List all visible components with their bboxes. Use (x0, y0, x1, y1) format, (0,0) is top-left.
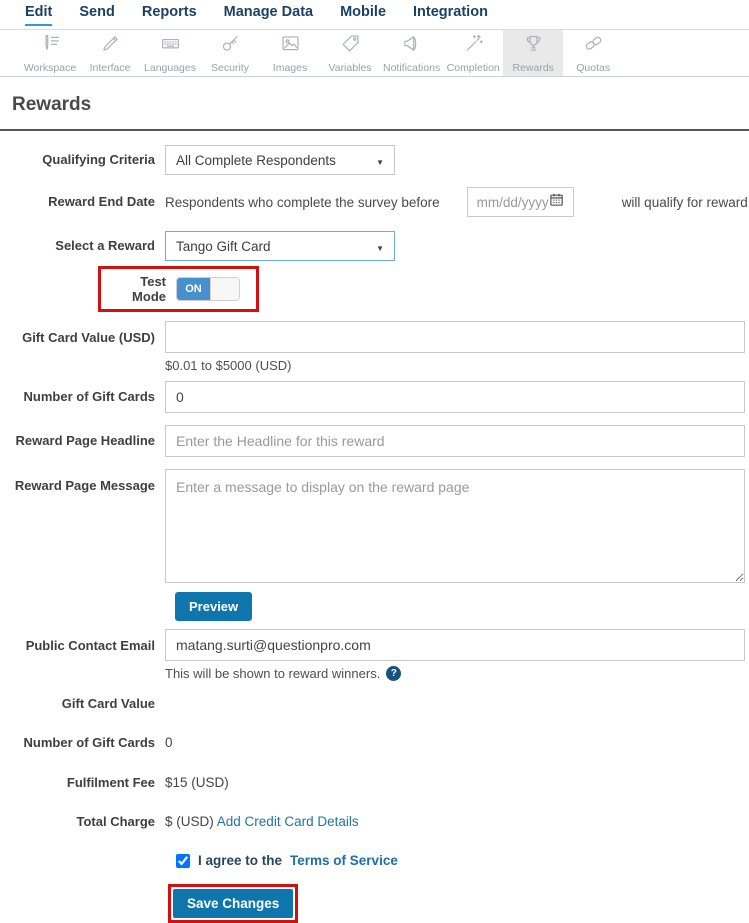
tab-label: Notifications (383, 61, 441, 74)
qualifying-criteria-label: Qualifying Criteria (42, 151, 155, 167)
public-email-label: Public Contact Email (25, 638, 155, 653)
tab-label: Security (211, 61, 249, 74)
pen-icon (100, 33, 121, 59)
preview-button[interactable]: Preview (175, 592, 253, 621)
save-changes-button[interactable]: Save Changes (173, 889, 294, 918)
public-email-helper: This will be shown to reward winners. (165, 666, 381, 681)
number-gift-cards-input[interactable] (165, 381, 745, 413)
end-date-before-text: Respondents who complete the survey befo… (165, 194, 440, 210)
tab-label: Workspace (23, 61, 77, 74)
tab-label: Quotas (576, 61, 611, 74)
page-title: Rewards (12, 94, 92, 115)
select-reward-select[interactable]: Tango Gift Card (165, 231, 395, 261)
magic-wand-icon (463, 33, 484, 59)
settings-toolbar: Workspace Interface Languages Security I… (0, 30, 749, 77)
add-credit-card-link[interactable]: Add Credit Card Details (217, 814, 359, 829)
toggle-knob[interactable] (210, 278, 239, 300)
pen-list-icon (40, 33, 61, 59)
test-mode-toggle[interactable]: ON (176, 277, 240, 301)
tab-label: Variables (328, 61, 372, 74)
chevron-down-icon (376, 153, 384, 168)
tab-interface[interactable]: Interface (80, 30, 140, 76)
select-reward-label: Select a Reward (55, 237, 155, 253)
rewards-form: Qualifying Criteria All Complete Respond… (0, 131, 749, 923)
chevron-down-icon (376, 239, 384, 254)
tab-label: Languages (144, 61, 196, 74)
selected-value: Tango Gift Card (176, 238, 271, 254)
summary-total-charge-label: Total Charge (76, 813, 156, 829)
date-placeholder: mm/dd/yyyy (476, 194, 549, 210)
public-email-input[interactable] (165, 629, 745, 661)
tab-completion[interactable]: Completion (443, 30, 503, 76)
help-question-icon[interactable]: ? (386, 666, 402, 681)
reward-message-label: Reward Page Message (14, 478, 155, 493)
reward-end-date-label: Reward End Date (48, 193, 155, 209)
gift-card-value-helper: $0.01 to $5000 (USD) (165, 358, 292, 373)
reward-end-date-input[interactable]: mm/dd/yyyy (466, 187, 574, 217)
top-nav: Edit Send Reports Manage Data Mobile Int… (0, 0, 749, 30)
nav-item-send[interactable]: Send (79, 4, 114, 24)
tag-icon (340, 33, 361, 59)
summary-gift-card-value-label: Gift Card Value (61, 696, 155, 711)
tab-languages[interactable]: Languages (140, 30, 200, 76)
tab-label: Interface (89, 61, 131, 74)
qualifying-criteria-select[interactable]: All Complete Respondents (165, 145, 395, 175)
summary-row: Gift Card Value (0, 696, 745, 712)
nav-item-edit[interactable]: Edit (25, 4, 53, 26)
summary-number-cards-label: Number of Gift Cards (23, 735, 155, 751)
nav-item-reports[interactable]: Reports (142, 4, 197, 24)
save-changes-highlight: Save Changes (168, 884, 299, 923)
terms-checkbox[interactable] (176, 853, 190, 868)
reward-headline-input[interactable] (165, 425, 745, 457)
summary-number-cards-value: 0 (165, 735, 173, 751)
total-charge-amount: $ (USD) (165, 813, 214, 829)
gift-card-value-label: Gift Card Value (USD) (22, 330, 155, 345)
nav-item-manage-data[interactable]: Manage Data (224, 4, 313, 24)
summary-fulfilment-fee-label: Fulfilment Fee (66, 774, 155, 790)
tab-quotas[interactable]: Quotas (563, 30, 623, 76)
tab-label: Images (272, 61, 308, 74)
tab-label: Rewards (512, 61, 554, 74)
tab-rewards[interactable]: Rewards (503, 30, 564, 76)
keyboard-icon (160, 33, 181, 59)
nav-item-integration[interactable]: Integration (413, 4, 488, 24)
tab-label: Completion (446, 61, 500, 74)
summary-fulfilment-fee-value: $15 (USD) (165, 774, 229, 790)
calendar-icon[interactable] (549, 192, 564, 212)
summary-total-charge-value: $ (USD) Add Credit Card Details (165, 814, 359, 830)
tab-security[interactable]: Security (200, 30, 260, 76)
reward-headline-label: Reward Page Headline (15, 432, 155, 448)
number-gift-cards-label: Number of Gift Cards (23, 388, 155, 404)
gift-card-value-input[interactable] (165, 321, 745, 353)
chain-link-icon (583, 33, 604, 59)
tab-notifications[interactable]: Notifications (380, 30, 443, 76)
end-date-after-text: will qualify for reward (621, 194, 748, 210)
test-mode-highlight: Test Mode ON (98, 266, 259, 312)
trophy-icon (523, 33, 544, 59)
megaphone-icon (401, 33, 422, 59)
tab-variables[interactable]: Variables (320, 30, 380, 76)
selected-value: All Complete Respondents (176, 152, 336, 168)
summary-row: Total Charge $ (USD) Add Credit Card Det… (0, 814, 745, 830)
nav-item-mobile[interactable]: Mobile (340, 4, 386, 24)
image-icon (280, 33, 301, 59)
tab-workspace[interactable]: Workspace (20, 30, 80, 76)
toggle-on-label: ON (177, 278, 210, 300)
summary-row: Fulfilment Fee $15 (USD) (0, 775, 745, 791)
reward-message-textarea[interactable] (165, 469, 745, 583)
tab-images[interactable]: Images (260, 30, 320, 76)
summary-row: Number of Gift Cards 0 (0, 735, 745, 751)
terms-of-service-link[interactable]: Terms of Service (290, 853, 398, 868)
key-icon (220, 33, 241, 59)
test-mode-label: Test Mode (132, 274, 166, 304)
agree-text: I agree to the (198, 853, 283, 868)
